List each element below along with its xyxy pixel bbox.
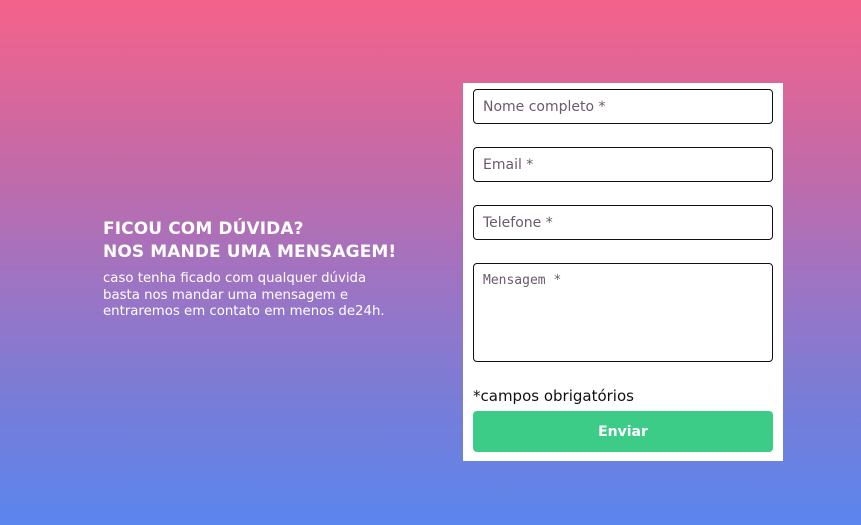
intro-heading-line2: NOS MANDE UMA MENSAGEM! <box>103 242 397 262</box>
phone-field[interactable] <box>473 205 773 240</box>
message-field[interactable] <box>473 263 773 362</box>
intro-heading: FICOU COM DÚVIDA? NOS MANDE UMA MENSAGEM… <box>103 218 433 264</box>
intro-description: caso tenha ficado com qualquer dúvida ba… <box>103 271 385 319</box>
required-fields-note: *campos obrigatórios <box>473 387 634 405</box>
intro-heading-line1: FICOU COM DÚVIDA? <box>103 219 304 239</box>
email-field[interactable] <box>473 147 773 182</box>
submit-button[interactable]: Enviar <box>473 411 773 452</box>
name-field[interactable] <box>473 89 773 124</box>
contact-intro: FICOU COM DÚVIDA? NOS MANDE UMA MENSAGEM… <box>103 218 433 321</box>
contact-form: *campos obrigatórios Enviar <box>463 83 783 461</box>
